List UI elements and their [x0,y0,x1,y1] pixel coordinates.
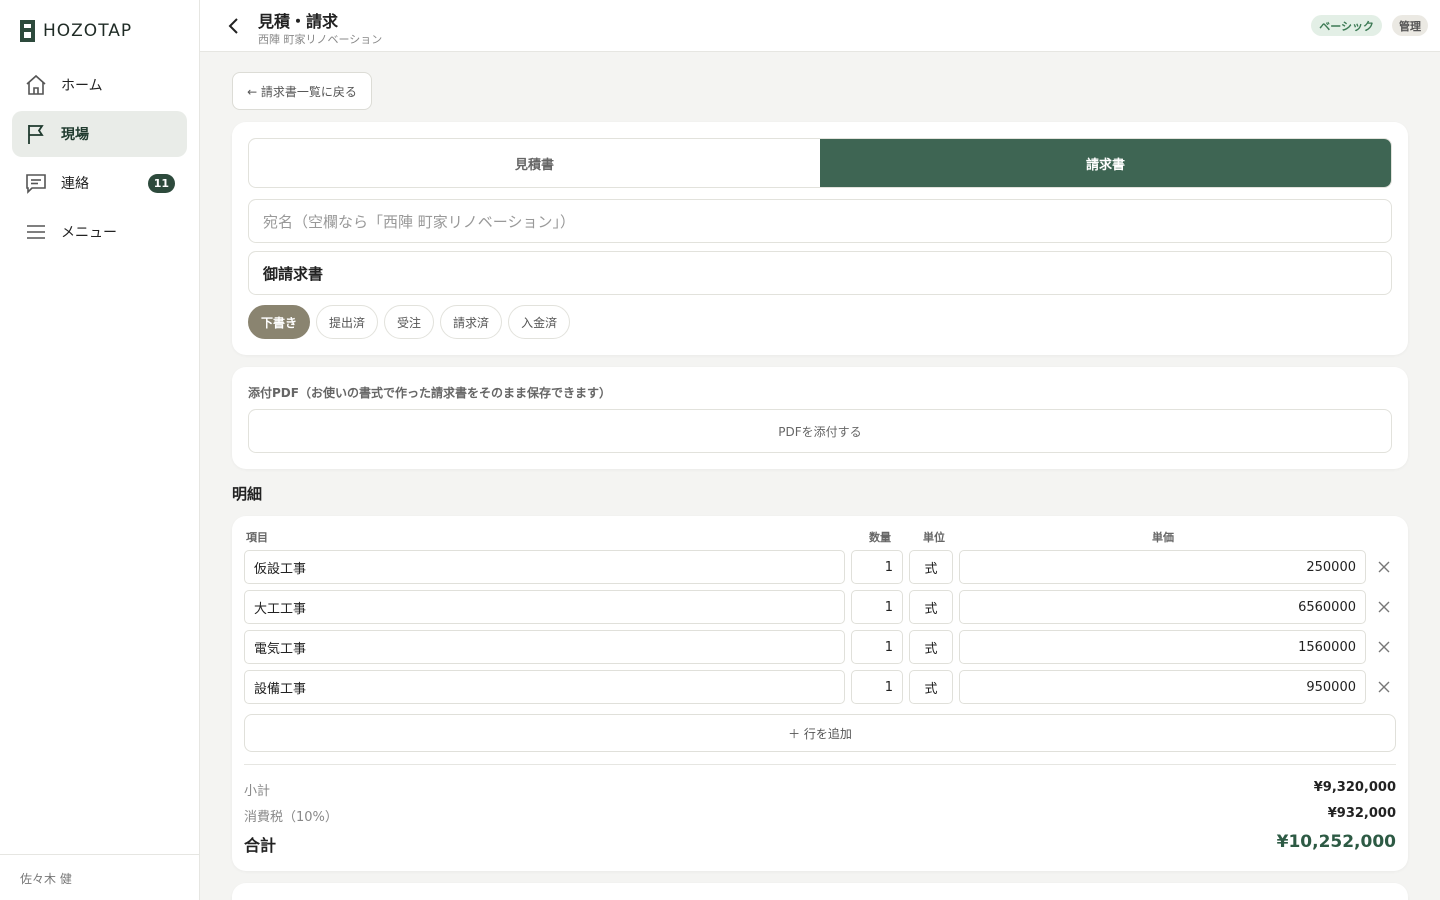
delete-row-icon[interactable] [1375,598,1393,616]
item-qty-input[interactable]: 1 [851,590,903,624]
tab-estimate[interactable]: 見積書 [249,139,820,187]
table-row: 電気工事 1 式 1560000 [244,630,1396,664]
section-title-details: 明細 [232,485,263,503]
status-chip-invoiced[interactable]: 請求済 [440,305,503,339]
item-price-input[interactable]: 1560000 [959,630,1366,664]
admin-badge: 管理 [1392,15,1428,36]
tab-invoice[interactable]: 請求書 [820,139,1391,187]
pdf-label: 添付PDF（お使いの書式で作った請求書をそのまま保存できます） [248,386,611,400]
pdf-card: 添付PDF（お使いの書式で作った請求書をそのまま保存できます） PDFを添付する [232,367,1408,469]
destination-input[interactable]: 宛名（空欄なら「西陣 町家リノベーション」） [248,199,1392,243]
flag-icon [24,122,48,146]
table-row: 設備工事 1 式 950000 [244,670,1396,704]
divider [244,764,1396,765]
item-unit-input[interactable]: 式 [909,670,953,704]
subtotal-label: 小計 [244,784,271,799]
total-label: 合計 [244,836,277,855]
unread-badge: 11 [147,174,175,193]
top-header: 見積・請求 西陣 町家リノベーション ベーシック 管理 [200,0,1440,52]
status-chip-draft[interactable]: 下書き [248,305,311,339]
item-name-input[interactable]: 電気工事 [244,630,845,664]
item-qty-input[interactable]: 1 [851,670,903,704]
tax-value: ¥932,000 [1327,806,1396,821]
status-chip-paid[interactable]: 入金済 [508,305,571,339]
col-header-qty: 数量 [869,531,891,544]
item-name-input[interactable]: 設備工事 [244,670,845,704]
status-chip-submitted[interactable]: 提出済 [316,305,379,339]
delete-row-icon[interactable] [1375,638,1393,656]
subtotal-value: ¥9,320,000 [1313,780,1396,795]
back-to-list-button[interactable]: ← 請求書一覧に戻る [232,72,372,110]
status-chip-ordered[interactable]: 受注 [384,305,435,339]
item-name-input[interactable]: 仮設工事 [244,550,845,584]
menu-icon [24,220,48,244]
logo-mark-icon [20,20,35,42]
logo-text: HOZOTAP [43,21,133,41]
item-name-input[interactable]: 大工工事 [244,590,845,624]
sidebar-item-label: 連絡 [61,176,89,192]
user-name[interactable]: 佐々木 健 [0,854,199,900]
sidebar-item-sites[interactable]: 現場 [12,111,187,157]
sidebar: HOZOTAP ホーム 現場 連絡 11 メニュー 佐々木 健 [0,0,200,900]
item-price-input[interactable]: 6560000 [959,590,1366,624]
plan-badge: ベーシック [1311,15,1382,36]
col-header-item: 項目 [246,531,268,544]
col-header-unit: 単位 [923,531,945,544]
total-value: ¥10,252,000 [1276,832,1396,852]
back-chevron-icon[interactable] [222,14,246,38]
line-items-card: 項目 数量 単位 単価 仮設工事 1 式 250000 大工工事 1 式 656… [232,516,1408,871]
item-unit-input[interactable]: 式 [909,590,953,624]
table-row: 大工工事 1 式 6560000 [244,590,1396,624]
table-row: 仮設工事 1 式 250000 [244,550,1396,584]
doc-title-input[interactable]: 御請求書 [248,251,1392,295]
delete-row-icon[interactable] [1375,678,1393,696]
sidebar-item-home[interactable]: ホーム [12,62,187,108]
sidebar-nav: ホーム 現場 連絡 11 メニュー [12,62,187,258]
col-header-price: 単価 [1152,531,1174,544]
item-qty-input[interactable]: 1 [851,550,903,584]
delete-row-icon[interactable] [1375,558,1393,576]
sidebar-item-label: 現場 [61,127,89,143]
add-row-button[interactable]: ＋ 行を追加 [244,714,1396,752]
page-subtitle: 西陣 町家リノベーション [258,33,383,46]
tax-label: 消費税（10%） [244,810,338,825]
status-chips: 下書き 提出済 受注 請求済 入金済 [248,305,571,339]
sidebar-item-messages[interactable]: 連絡 11 [12,160,187,206]
doc-type-tabs: 見積書 請求書 [248,138,1392,188]
document-card: 見積書 請求書 宛名（空欄なら「西陣 町家リノベーション」） 御請求書 下書き … [232,122,1408,355]
logo[interactable]: HOZOTAP [20,20,132,42]
attach-pdf-button[interactable]: PDFを添付する [248,409,1392,453]
item-qty-input[interactable]: 1 [851,630,903,664]
item-price-input[interactable]: 950000 [959,670,1366,704]
sidebar-item-menu[interactable]: メニュー [12,209,187,255]
chat-icon [24,171,48,195]
item-price-input[interactable]: 250000 [959,550,1366,584]
sidebar-item-label: ホーム [61,78,103,94]
home-icon [24,73,48,97]
item-unit-input[interactable]: 式 [909,630,953,664]
next-card [232,883,1408,900]
page-title: 見積・請求 [258,12,339,31]
sidebar-item-label: メニュー [61,225,117,241]
item-unit-input[interactable]: 式 [909,550,953,584]
